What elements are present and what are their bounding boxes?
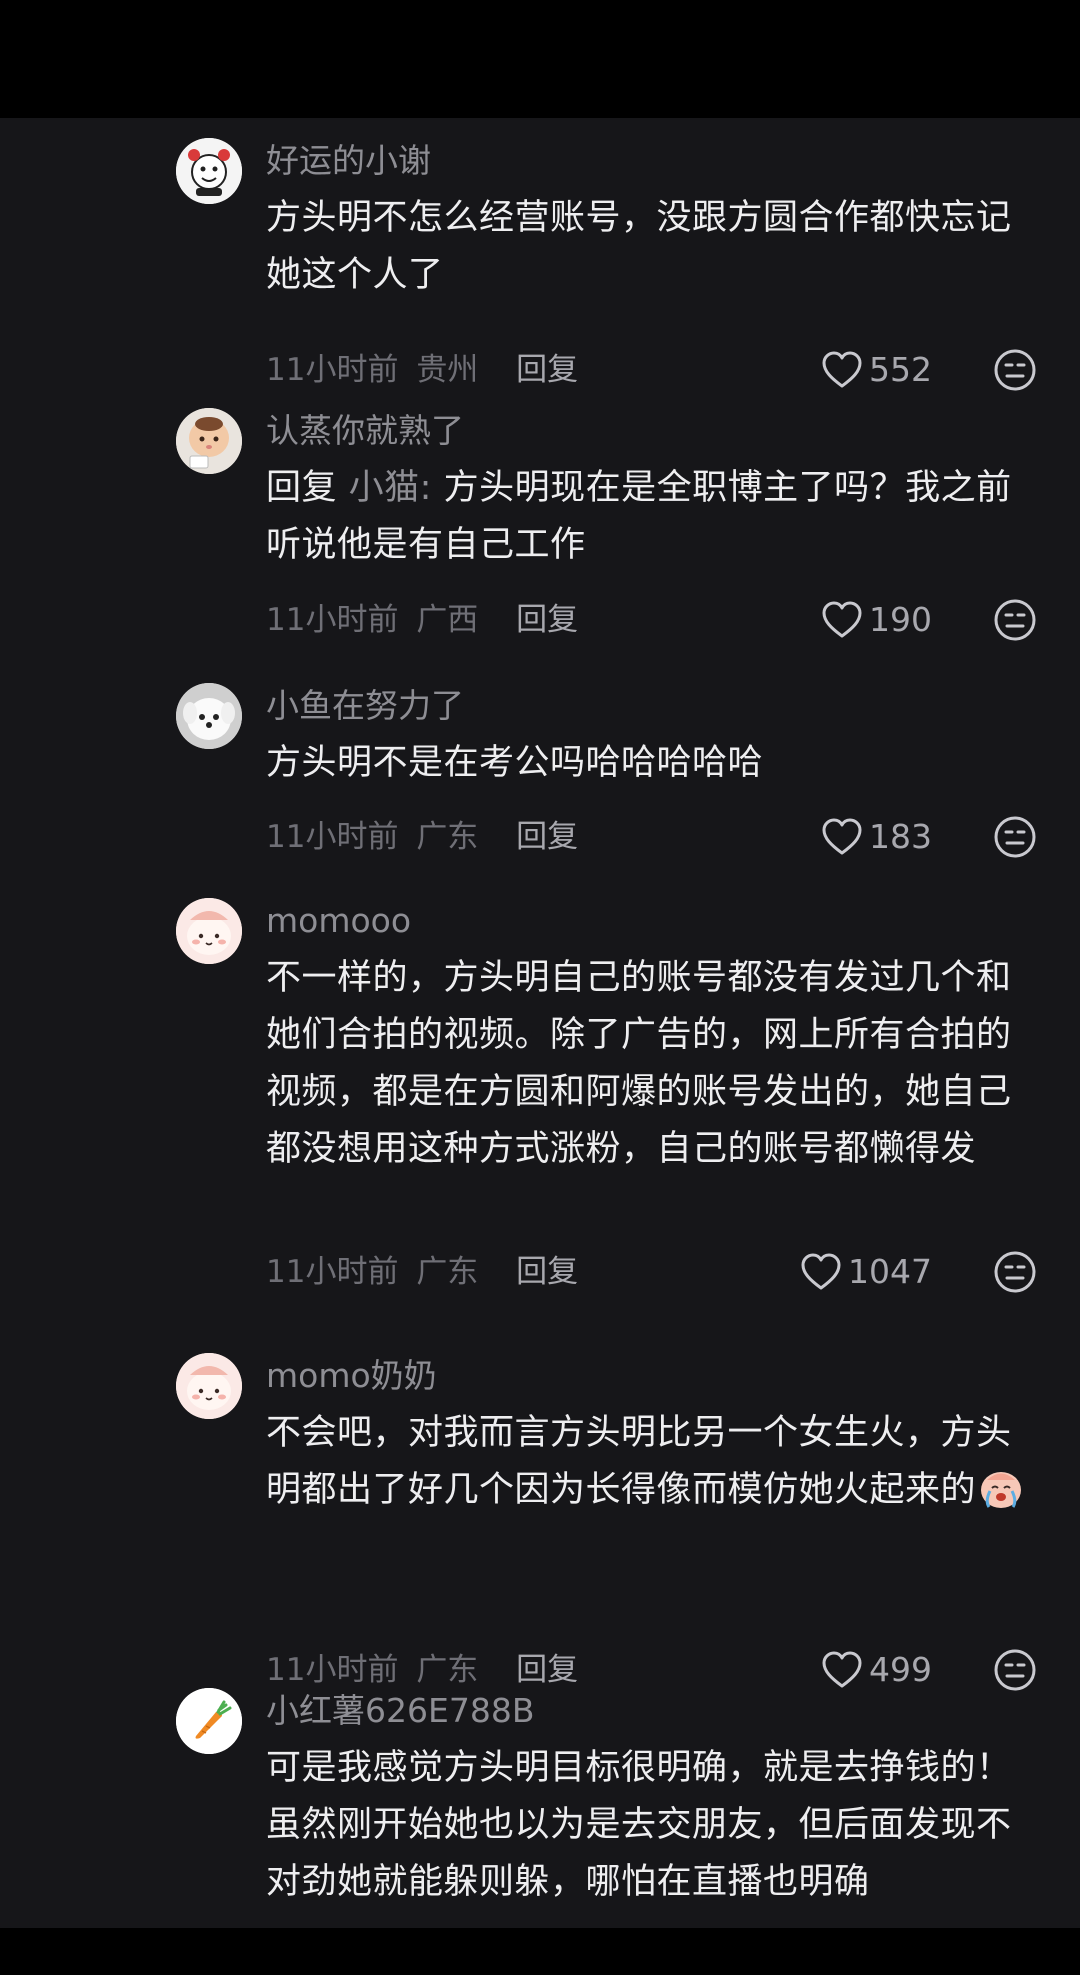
pink-bunny-avatar-icon: [176, 1353, 242, 1419]
heart-outline-icon: [822, 1651, 862, 1688]
neutral-face-icon[interactable]: [993, 1648, 1037, 1692]
screen: 好运的小谢 方头明不怎么经营账号，没跟方圆合作都快忘记她这个人了 11小时前 贵…: [0, 0, 1080, 1975]
comment-list: 好运的小谢 方头明不怎么经营账号，没跟方圆合作都快忘记她这个人了 11小时前 贵…: [0, 118, 1080, 1928]
comment-text: 可是我感觉方头明目标很明确，就是去挣钱的！虽然刚开始她也以为是去交朋友，但后面发…: [266, 1748, 1012, 1902]
neutral-face-icon[interactable]: [993, 598, 1037, 642]
comment-meta: 11小时前 广东 回复: [266, 815, 578, 859]
comment-meta: 11小时前 广东 回复: [266, 1648, 578, 1692]
like-count: 190: [869, 600, 932, 639]
comment-text: 方头明不是在考公吗哈哈哈哈哈: [266, 743, 764, 783]
like-button[interactable]: 552: [821, 348, 932, 392]
reply-button[interactable]: 回复: [516, 602, 578, 638]
like-count: 183: [869, 817, 932, 856]
reply-button[interactable]: 回复: [516, 819, 578, 855]
like-count: 1047: [848, 1252, 932, 1291]
neutral-face-icon[interactable]: [993, 348, 1037, 392]
reply-button[interactable]: 回复: [516, 1652, 578, 1688]
like-button[interactable]: 183: [821, 815, 932, 859]
avatar[interactable]: [176, 408, 242, 474]
neutral-face-icon[interactable]: [993, 1250, 1037, 1294]
heart-outline-icon: [822, 818, 862, 855]
timestamp: 11小时前: [266, 602, 399, 638]
avatar[interactable]: [176, 138, 242, 204]
comment-text: 方头明不怎么经营账号，没跟方圆合作都快忘记她这个人了: [266, 198, 1012, 295]
carrot-avatar-icon: [176, 1688, 242, 1754]
pink-bunny-avatar-icon: [176, 898, 242, 964]
crying-face-emoji-icon: [981, 1472, 1022, 1508]
comment-text: 不一样的，方头明自己的账号都没有发过几个和她们合拍的视频。除了广告的，网上所有合…: [266, 958, 1012, 1169]
timestamp: 11小时前: [266, 352, 399, 388]
like-button[interactable]: 1047: [800, 1250, 932, 1294]
comment-meta: 11小时前 广西 回复: [266, 598, 578, 642]
username[interactable]: 小鱼在努力了: [266, 683, 464, 729]
comment-body: 不会吧，对我而言方头明比另一个女生火，方头明都出了好几个因为长得像而模仿她火起来…: [266, 1413, 1012, 1510]
reply-target-username[interactable]: 小猫:: [349, 468, 432, 508]
comment-meta: 11小时前 广东 回复: [266, 1250, 578, 1294]
reply-prefix: 回复: [266, 468, 338, 508]
comment-text: 回复 小猫: 方头明现在是全职博主了吗？我之前听说他是有自己工作: [266, 460, 1041, 574]
timestamp: 11小时前: [266, 1652, 399, 1688]
like-button[interactable]: 190: [821, 598, 932, 642]
reply-button[interactable]: 回复: [516, 1254, 578, 1290]
username[interactable]: momo奶奶: [266, 1353, 437, 1399]
username[interactable]: momooo: [266, 898, 411, 944]
like-count: 552: [869, 350, 932, 389]
like-count: 499: [869, 1650, 932, 1689]
comment-meta: 11小时前 贵州 回复: [266, 348, 578, 392]
steamed-bun-avatar-icon: [176, 408, 242, 474]
location: 广东: [416, 819, 479, 855]
cartoon-face-avatar-icon: [176, 138, 242, 204]
avatar[interactable]: [176, 1688, 242, 1754]
heart-outline-icon: [822, 601, 862, 638]
timestamp: 11小时前: [266, 1254, 399, 1290]
location: 广东: [416, 1254, 479, 1290]
location: 广西: [416, 602, 479, 638]
neutral-face-icon[interactable]: [993, 815, 1037, 859]
reply-button[interactable]: 回复: [516, 352, 578, 388]
timestamp: 11小时前: [266, 819, 399, 855]
comment-text: 不会吧，对我而言方头明比另一个女生火，方头明都出了好几个因为长得像而模仿她火起来…: [266, 1405, 1041, 1519]
avatar[interactable]: [176, 1353, 242, 1419]
username[interactable]: 好运的小谢: [266, 138, 431, 184]
avatar[interactable]: [176, 683, 242, 749]
location: 贵州: [416, 352, 479, 388]
heart-outline-icon: [801, 1253, 841, 1290]
avatar[interactable]: [176, 898, 242, 964]
heart-outline-icon: [822, 351, 862, 388]
username[interactable]: 小红薯626E788B: [266, 1688, 534, 1734]
location: 广东: [416, 1652, 479, 1688]
username[interactable]: 认蒸你就熟了: [266, 408, 464, 454]
white-puppy-avatar-icon: [176, 683, 242, 749]
like-button[interactable]: 499: [821, 1648, 932, 1692]
